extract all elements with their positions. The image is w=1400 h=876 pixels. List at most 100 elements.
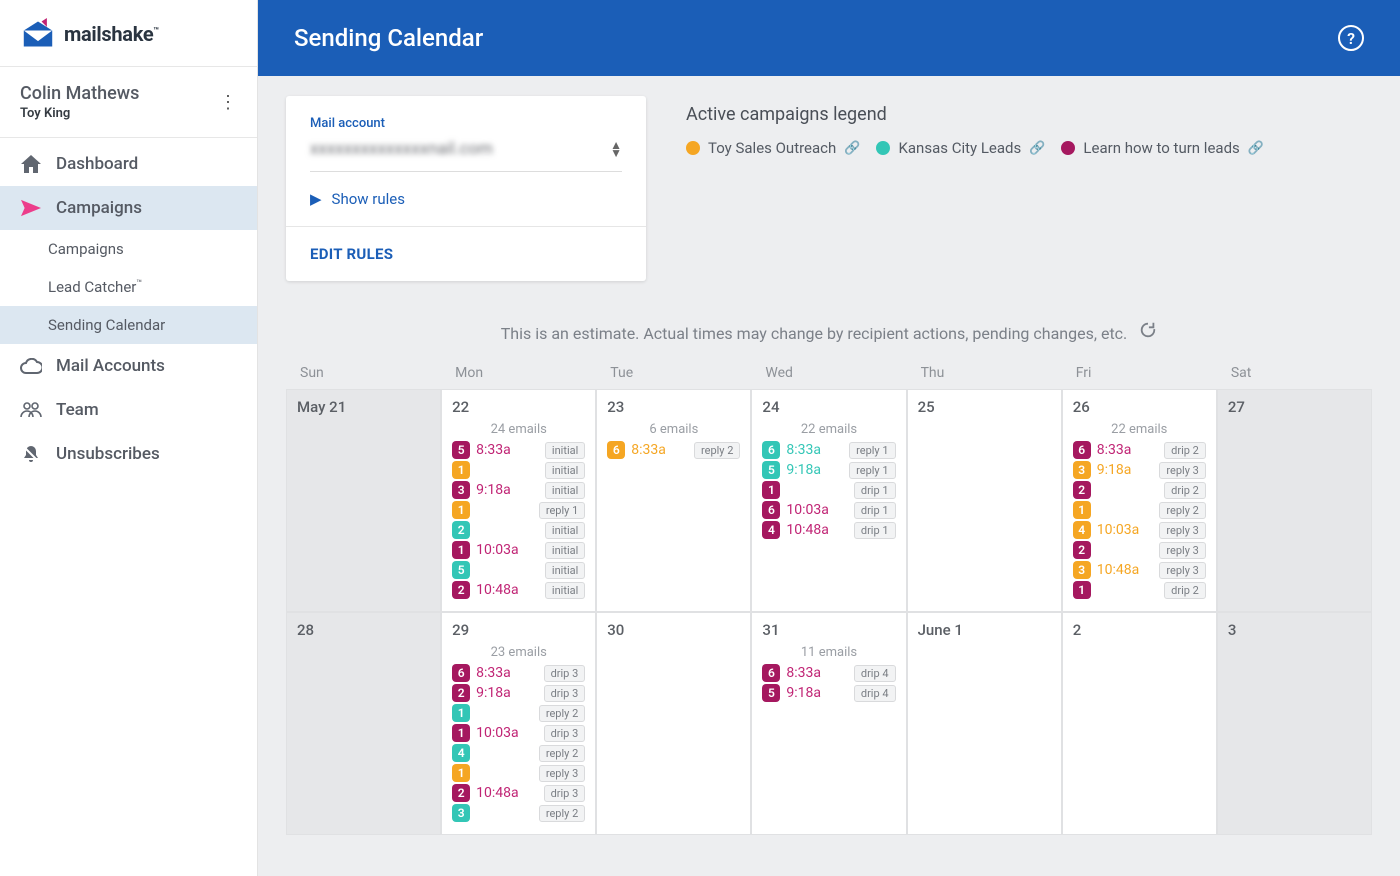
event-count-badge: 1 bbox=[1073, 501, 1091, 519]
home-icon bbox=[20, 154, 42, 174]
calendar-event[interactable]: 1 initial bbox=[452, 461, 585, 479]
nav-unsubscribes[interactable]: Unsubscribes bbox=[0, 432, 257, 476]
event-tag: initial bbox=[545, 562, 585, 579]
calendar-event[interactable]: 2 10:48a initial bbox=[452, 581, 585, 599]
legend-title: Active campaigns legend bbox=[686, 104, 1264, 125]
dow-header: Tue bbox=[596, 357, 751, 389]
main-nav: Dashboard Campaigns Campaigns Lead Catch… bbox=[0, 138, 257, 476]
calendar-event[interactable]: 5 initial bbox=[452, 561, 585, 579]
event-time: 10:48a bbox=[1097, 562, 1139, 578]
cell-summary: 6 emails bbox=[607, 422, 740, 437]
calendar-cell[interactable]: May 21 bbox=[286, 389, 441, 612]
legend-item[interactable]: Learn how to turn leads🔗 bbox=[1061, 139, 1264, 157]
calendar-cell[interactable]: 27 bbox=[1217, 389, 1372, 612]
event-tag: drip 1 bbox=[854, 522, 896, 539]
link-icon[interactable]: 🔗 bbox=[844, 141, 860, 156]
nav-dashboard[interactable]: Dashboard bbox=[0, 142, 257, 186]
calendar-cell[interactable]: 2 bbox=[1062, 612, 1217, 835]
event-tag: drip 4 bbox=[854, 665, 896, 682]
mail-account-select[interactable]: xxxxxxxxxxxxxxnail.com ▲▼ bbox=[310, 131, 622, 172]
cell-date: 27 bbox=[1228, 398, 1361, 416]
calendar-event[interactable]: 2 9:18a drip 3 bbox=[452, 684, 585, 702]
calendar-event[interactable]: 1 drip 1 bbox=[762, 481, 895, 499]
calendar-cell[interactable]: 28 bbox=[286, 612, 441, 835]
subnav-campaigns[interactable]: Campaigns bbox=[0, 230, 257, 268]
calendar-event[interactable]: 1 10:03a drip 3 bbox=[452, 724, 585, 742]
calendar-event[interactable]: 6 10:03a drip 1 bbox=[762, 501, 895, 519]
mailshake-icon bbox=[20, 18, 56, 50]
calendar-event[interactable]: 1 drip 2 bbox=[1073, 581, 1206, 599]
calendar-cell[interactable]: 2224 emails 5 8:33a initial 1 initial 3 bbox=[441, 389, 596, 612]
calendar-cell[interactable]: 2422 emails 6 8:33a reply 1 5 9:18a repl… bbox=[751, 389, 906, 612]
legend-dot-icon bbox=[686, 141, 700, 155]
legend-item[interactable]: Toy Sales Outreach🔗 bbox=[686, 139, 860, 157]
calendar-cell[interactable]: June 1 bbox=[907, 612, 1062, 835]
calendar-event[interactable]: 2 10:48a drip 3 bbox=[452, 784, 585, 802]
event-tag: reply 2 bbox=[694, 442, 740, 459]
cell-date: 2 bbox=[1073, 621, 1206, 639]
calendar-event[interactable]: 1 reply 1 bbox=[452, 501, 585, 519]
calendar-event[interactable]: 5 9:18a drip 4 bbox=[762, 684, 895, 702]
calendar-event[interactable]: 5 8:33a initial bbox=[452, 441, 585, 459]
calendar-event[interactable]: 6 8:33a reply 1 bbox=[762, 441, 895, 459]
calendar-event[interactable]: 6 8:33a drip 4 bbox=[762, 664, 895, 682]
event-tag: drip 4 bbox=[854, 685, 896, 702]
calendar-event[interactable]: 2 drip 2 bbox=[1073, 481, 1206, 499]
calendar-event[interactable]: 6 8:33a reply 2 bbox=[607, 441, 740, 459]
event-count-badge: 1 bbox=[1073, 581, 1091, 599]
event-count-badge: 1 bbox=[452, 704, 470, 722]
event-time: 9:18a bbox=[476, 685, 511, 701]
event-tag: drip 3 bbox=[544, 665, 586, 682]
calendar-cell[interactable]: 3 bbox=[1217, 612, 1372, 835]
event-count-badge: 1 bbox=[452, 724, 470, 742]
calendar-event[interactable]: 2 initial bbox=[452, 521, 585, 539]
edit-rules-button[interactable]: EDIT RULES bbox=[286, 226, 646, 281]
help-icon[interactable]: ? bbox=[1338, 25, 1364, 51]
dow-header: Sat bbox=[1217, 357, 1372, 389]
user-menu-icon[interactable]: ⋮ bbox=[219, 92, 237, 113]
event-count-badge: 6 bbox=[1073, 441, 1091, 459]
calendar-event[interactable]: 2 reply 3 bbox=[1073, 541, 1206, 559]
page-title: Sending Calendar bbox=[294, 24, 483, 52]
nav-campaigns[interactable]: Campaigns bbox=[0, 186, 257, 230]
calendar-event[interactable]: 1 reply 3 bbox=[452, 764, 585, 782]
subnav-lead-catcher[interactable]: Lead Catcher™ bbox=[0, 268, 257, 306]
calendar-event[interactable]: 6 8:33a drip 2 bbox=[1073, 441, 1206, 459]
calendar-event[interactable]: 1 10:03a initial bbox=[452, 541, 585, 559]
calendar-event[interactable]: 3 10:48a reply 3 bbox=[1073, 561, 1206, 579]
calendar-cell[interactable]: 2923 emails 6 8:33a drip 3 2 9:18a drip … bbox=[441, 612, 596, 835]
cell-date: June 1 bbox=[918, 621, 1051, 639]
event-tag: initial bbox=[545, 582, 585, 599]
legend-item[interactable]: Kansas City Leads🔗 bbox=[876, 139, 1045, 157]
link-icon[interactable]: 🔗 bbox=[1029, 141, 1045, 156]
calendar-cell[interactable]: 3111 emails 6 8:33a drip 4 5 9:18a drip … bbox=[751, 612, 906, 835]
link-icon[interactable]: 🔗 bbox=[1248, 141, 1264, 156]
calendar-event[interactable]: 3 9:18a initial bbox=[452, 481, 585, 499]
calendar-cell[interactable]: 25 bbox=[907, 389, 1062, 612]
nav-team[interactable]: Team bbox=[0, 388, 257, 432]
event-tag: reply 1 bbox=[849, 442, 895, 459]
calendar-cell[interactable]: 30 bbox=[596, 612, 751, 835]
show-rules-toggle[interactable]: ▶ Show rules bbox=[310, 172, 622, 226]
calendar-cell[interactable]: 23 6 emails 6 8:33a reply 2 bbox=[596, 389, 751, 612]
event-tag: initial bbox=[545, 442, 585, 459]
calendar-event[interactable]: 6 8:33a drip 3 bbox=[452, 664, 585, 682]
event-time: 8:33a bbox=[631, 442, 666, 458]
event-count-badge: 5 bbox=[762, 684, 780, 702]
subnav-sending-calendar[interactable]: Sending Calendar bbox=[0, 306, 257, 344]
nav-mail-accounts[interactable]: Mail Accounts bbox=[0, 344, 257, 388]
user-org: Toy King bbox=[20, 106, 139, 121]
calendar-event[interactable]: 4 10:03a reply 3 bbox=[1073, 521, 1206, 539]
calendar-event[interactable]: 4 reply 2 bbox=[452, 744, 585, 762]
brand-logo[interactable]: mailshake™ bbox=[0, 0, 257, 67]
calendar-event[interactable]: 3 9:18a reply 3 bbox=[1073, 461, 1206, 479]
calendar-cell[interactable]: 2622 emails 6 8:33a drip 2 3 9:18a reply… bbox=[1062, 389, 1217, 612]
refresh-icon[interactable] bbox=[1139, 321, 1157, 343]
calendar-event[interactable]: 3 reply 2 bbox=[452, 804, 585, 822]
calendar-event[interactable]: 1 reply 2 bbox=[1073, 501, 1206, 519]
event-count-badge: 6 bbox=[762, 664, 780, 682]
calendar-event[interactable]: 5 9:18a reply 1 bbox=[762, 461, 895, 479]
calendar-event[interactable]: 1 reply 2 bbox=[452, 704, 585, 722]
calendar-event[interactable]: 4 10:48a drip 1 bbox=[762, 521, 895, 539]
cell-date: 23 bbox=[607, 398, 740, 416]
